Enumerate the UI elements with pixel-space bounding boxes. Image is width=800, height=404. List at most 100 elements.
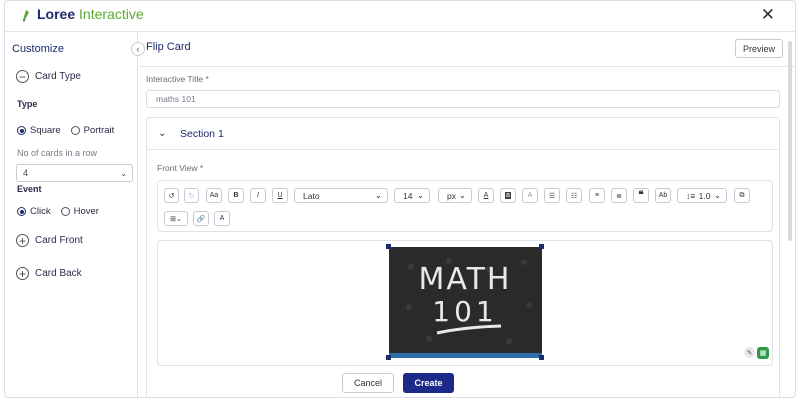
type-label: Type [17, 99, 38, 109]
interactive-title-value: maths 101 [156, 94, 196, 104]
chevron-down-icon[interactable]: ⌄ [158, 128, 166, 139]
quote-icon: ❝ [638, 190, 644, 201]
ordered-list-icon: ≣ [616, 192, 622, 200]
numbered-list-button[interactable]: ☷ [566, 188, 582, 203]
resize-handle-bottom-left[interactable] [386, 355, 391, 360]
type-radio-group: Square Portrait [17, 125, 124, 136]
event-hover-radio[interactable]: Hover [60, 206, 99, 217]
font-color-icon: A [483, 192, 489, 199]
minus-circle-icon: − [16, 70, 29, 83]
page-title: Flip Card [146, 41, 191, 53]
front-view-editor[interactable]: MATH 101 ✎ ▦ [157, 240, 773, 366]
link-icon: 🔗 [196, 215, 206, 223]
chevron-down-icon: ⌄ [416, 190, 424, 200]
italic-button[interactable]: I [250, 188, 266, 203]
customize-sidebar: Customize − Card Type Type Square Portra… [5, 32, 138, 397]
font-size-select[interactable]: 14 ⌄ [394, 188, 430, 203]
plus-circle-icon: + [16, 267, 29, 280]
main-panel: Flip Card Preview Interactive Title * ma… [139, 32, 795, 397]
line-height-select[interactable]: ↕≡ 1.0 ⌄ [677, 188, 727, 203]
bold-button[interactable]: B [228, 188, 244, 203]
table-button[interactable]: ⊞⌄ [164, 211, 188, 226]
close-icon[interactable]: ✕ [761, 6, 775, 23]
chalkboard-image: MATH 101 [389, 247, 542, 353]
font-family-select[interactable]: Lato ⌄ [294, 188, 388, 203]
clear-format-button[interactable]: A [214, 211, 230, 226]
main-scrollbar[interactable] [788, 41, 792, 241]
grammar-extension-icon[interactable]: ✎ [744, 347, 755, 358]
numbered-list-icon: ☷ [570, 192, 578, 200]
modal-header: Loree Interactive ✕ [5, 1, 795, 31]
section-panel: ⌄ Section 1 Front View * ↺ ↻ Aa B I U La… [146, 117, 780, 397]
image-text-line2: 101 [432, 295, 497, 328]
main-divider [139, 66, 795, 67]
extension-icons: ✎ ▦ [744, 347, 769, 359]
link-button[interactable]: 🔗 [193, 211, 209, 226]
event-label: Event [17, 184, 42, 194]
radio-selected-icon [17, 207, 26, 216]
undo-button[interactable]: ↺ [164, 188, 179, 203]
quote-button[interactable]: ❝ [633, 188, 649, 203]
highlight-icon: A [527, 192, 533, 199]
cancel-button[interactable]: Cancel [342, 373, 394, 393]
card-front-label: Card Front [35, 235, 83, 246]
cards-row-label: No of cards in a row [17, 148, 98, 158]
card-front-toggle[interactable]: + Card Front [16, 234, 83, 247]
strike-button[interactable]: Ab [655, 188, 671, 203]
interactive-title-input[interactable]: maths 101 [146, 90, 780, 108]
radio-unselected-icon [70, 126, 80, 135]
ordered-list-button[interactable]: ≣ [611, 188, 627, 203]
event-click-radio[interactable]: Click [17, 206, 51, 217]
event-radio-group: Click Hover [17, 206, 109, 217]
brand-name: Loree Interactive [37, 6, 144, 22]
redo-button[interactable]: ↻ [184, 188, 199, 203]
image-text-line1: MATH [419, 262, 512, 297]
font-color-button[interactable]: A [478, 188, 494, 203]
bullet-list-icon: ☰ [548, 192, 556, 200]
background-color-icon: a [505, 192, 511, 199]
type-square-radio[interactable]: Square [17, 125, 61, 136]
cards-row-value: 4 [23, 168, 29, 178]
editor-toolbar: ↺ ↻ Aa B I U Lato ⌄ 14 ⌄ px ⌄ A a A ☰ ☷ … [157, 180, 773, 232]
math-101-image[interactable]: MATH 101 [389, 247, 542, 358]
section-title: Section 1 [180, 128, 224, 140]
resize-handle-top-right[interactable] [539, 244, 544, 249]
image-footer-strip [389, 353, 542, 358]
create-button[interactable]: Create [403, 373, 454, 393]
section-header[interactable]: ⌄ Section 1 [147, 118, 779, 150]
interactive-title-label: Interactive Title * [146, 74, 209, 84]
chevron-down-icon: ⌄ [713, 190, 721, 200]
resize-handle-top-left[interactable] [386, 244, 391, 249]
plus-circle-icon: + [16, 234, 29, 247]
card-type-label: Card Type [35, 71, 81, 82]
chevron-down-icon: ⌄ [120, 168, 127, 178]
line-height-icon: ↕≡ [686, 190, 696, 201]
redo-icon: ↻ [188, 192, 195, 200]
radio-unselected-icon [60, 207, 70, 216]
bullet-list-button[interactable]: ☰ [544, 188, 560, 203]
brand-bold: Loree [37, 6, 76, 22]
underline-button[interactable]: U [272, 188, 288, 203]
resize-handle-bottom-right[interactable] [539, 355, 544, 360]
undo-icon: ↺ [168, 192, 175, 200]
flip-card-modal: Loree Interactive ✕ Customize − Card Typ… [4, 0, 796, 398]
chevron-down-icon: ⌄ [374, 190, 382, 200]
preview-button[interactable]: Preview [735, 39, 783, 58]
loree-logo-icon [23, 10, 29, 22]
brand-light: Interactive [79, 6, 144, 22]
front-view-label: Front View * [157, 163, 204, 173]
cards-row-select[interactable]: 4 ⌄ [16, 164, 133, 182]
type-portrait-radio[interactable]: Portrait [70, 125, 114, 136]
unit-select[interactable]: px ⌄ [438, 188, 472, 203]
highlight-button[interactable]: A [522, 188, 538, 203]
card-type-toggle[interactable]: − Card Type [16, 70, 81, 83]
background-color-button[interactable]: a [500, 188, 516, 203]
green-extension-icon[interactable]: ▦ [757, 347, 769, 359]
sidebar-title: Customize [12, 43, 64, 55]
chevron-down-icon: ⌄ [458, 190, 466, 200]
card-back-toggle[interactable]: + Card Back [16, 267, 82, 280]
collapse-sidebar-button[interactable]: ‹ [131, 42, 145, 56]
text-case-button[interactable]: Aa [206, 188, 222, 203]
align-left-button[interactable]: ≡ [589, 188, 605, 203]
copy-format-button[interactable]: ⧉ [734, 188, 750, 203]
